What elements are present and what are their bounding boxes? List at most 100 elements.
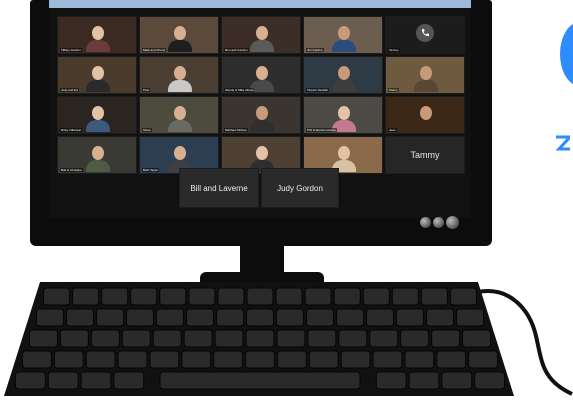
keyboard-key — [245, 350, 275, 369]
participant-name: Bill and Laverne — [190, 183, 248, 193]
keyboard-key — [420, 287, 448, 306]
participant-tile[interactable]: Ricky Villarreal — [57, 96, 137, 134]
monitor-led — [446, 216, 459, 229]
keyboard-key — [333, 287, 361, 306]
participant-tile[interactable]: Ron and Carolyn — [221, 16, 301, 54]
keyboard — [4, 282, 514, 396]
participant-tile[interactable]: Joan — [385, 96, 465, 134]
keyboard-key — [29, 329, 58, 348]
keyboard-key — [66, 308, 94, 327]
keyboard-key — [391, 287, 419, 306]
keyboard-key — [396, 308, 424, 327]
keyboard-key — [275, 287, 303, 306]
keyboard-key — [246, 287, 274, 306]
keyboard-key — [245, 329, 275, 348]
participant-name: Bob & Christine — [60, 168, 83, 172]
zoom-logo-z-icon — [556, 135, 570, 151]
participant-tile[interactable]: Phil & Marcia Gordon — [303, 96, 383, 134]
participant-tile-name-only[interactable]: Tammy — [385, 136, 465, 174]
participant-tile[interactable]: Sherry — [385, 56, 465, 94]
keyboard-key — [246, 308, 274, 327]
zoom-gallery-screen: Tiffany Gordon Mark and Cheryl Ron and Car… — [49, 8, 471, 218]
participant-body — [332, 80, 356, 92]
keyboard-key — [85, 350, 116, 369]
keyboard-key — [307, 329, 337, 348]
zoom-logo-icon — [560, 22, 573, 86]
keyboard-key — [369, 329, 399, 348]
participant-body — [332, 40, 356, 52]
keyboard-key — [426, 308, 454, 327]
keyboard-cable — [477, 289, 573, 396]
keyboard-key — [308, 350, 339, 369]
participant-name: Ricky Villarreal — [60, 128, 82, 132]
keyboard-key — [72, 287, 100, 306]
participant-tile[interactable]: Vincent Verdelli — [303, 56, 383, 94]
participant-name: Phil & Marcia Gordon — [306, 128, 337, 132]
participant-tile[interactable]: Mark and Cheryl — [139, 16, 219, 54]
participant-name: Vincent Verdelli — [306, 88, 329, 92]
keyboard-spacebar — [159, 371, 361, 390]
keyboard-key — [53, 350, 84, 369]
keyboard-key — [375, 371, 407, 390]
participant-face — [338, 146, 350, 160]
participant-body — [414, 120, 438, 132]
participant-tile[interactable]: Pete — [139, 56, 219, 94]
participant-face — [92, 146, 104, 160]
keyboard-key — [306, 308, 334, 327]
keyboard-key — [404, 350, 435, 369]
participant-face — [92, 106, 104, 120]
participant-body — [86, 160, 110, 172]
participant-name: Matthew McKee — [224, 128, 248, 132]
keyboard-key — [130, 287, 158, 306]
participant-tile-judy-gordon[interactable]: Judy Gordon — [261, 168, 339, 208]
participant-name: Sherry — [388, 88, 399, 92]
participant-face — [256, 146, 268, 160]
participant-name: Judy Gordon — [277, 183, 323, 193]
participant-body — [168, 120, 192, 132]
participant-tile[interactable]: Steve — [139, 96, 219, 134]
keyboard-key — [101, 287, 129, 306]
participant-name: Tiffany Gordon — [60, 48, 82, 52]
participant-tile-bill-and-laverne[interactable]: Bill and Laverne — [179, 168, 259, 208]
keyboard-key — [188, 287, 216, 306]
keyboard-key — [47, 371, 79, 390]
keyboard-key — [159, 287, 187, 306]
participant-name: Pete — [142, 88, 151, 92]
keyboard-key — [214, 329, 244, 348]
keyboard-key — [80, 371, 112, 390]
monitor-led — [433, 217, 444, 228]
participant-tile[interactable]: Bob & Christine — [57, 136, 137, 174]
keyboard-key — [117, 350, 148, 369]
keyboard-key — [181, 350, 212, 369]
participant-body — [414, 80, 438, 92]
keyboard-key — [15, 371, 46, 390]
keyboard-key — [340, 350, 371, 369]
participant-body — [250, 40, 274, 52]
participant-face — [420, 66, 432, 80]
participant-face — [256, 106, 268, 120]
keyboard-key — [152, 329, 182, 348]
participant-face — [174, 66, 186, 80]
participant-tile[interactable]: Judy and Ed — [57, 56, 137, 94]
participant-face — [338, 66, 350, 80]
participant-tile[interactable]: Wendy & Mike Albers — [221, 56, 301, 94]
participant-body — [86, 80, 110, 92]
participant-name: Mark and Cheryl — [142, 48, 167, 52]
participant-name: Barb Taylor — [142, 168, 160, 172]
keyboard-key — [216, 308, 244, 327]
keyboard-key — [338, 329, 368, 348]
keyboard-key — [90, 329, 120, 348]
participant-body — [86, 120, 110, 132]
keyboard-key — [96, 308, 124, 327]
keyboard-key — [304, 287, 332, 306]
keyboard-key — [408, 371, 440, 390]
participant-tile[interactable]: Jim Gordon — [303, 16, 383, 54]
participant-name: Wendy & Mike Albers — [224, 88, 255, 92]
participant-tile[interactable]: Tiffany Gordon — [57, 16, 137, 54]
keyboard-key — [186, 308, 214, 327]
keyboard-key — [149, 350, 180, 369]
participant-tile[interactable]: Matthew McKee — [221, 96, 301, 134]
participant-name: Jim Gordon — [306, 48, 324, 52]
participant-name: Steve — [142, 128, 152, 132]
participant-tile[interactable]: Tammy — [385, 16, 465, 54]
